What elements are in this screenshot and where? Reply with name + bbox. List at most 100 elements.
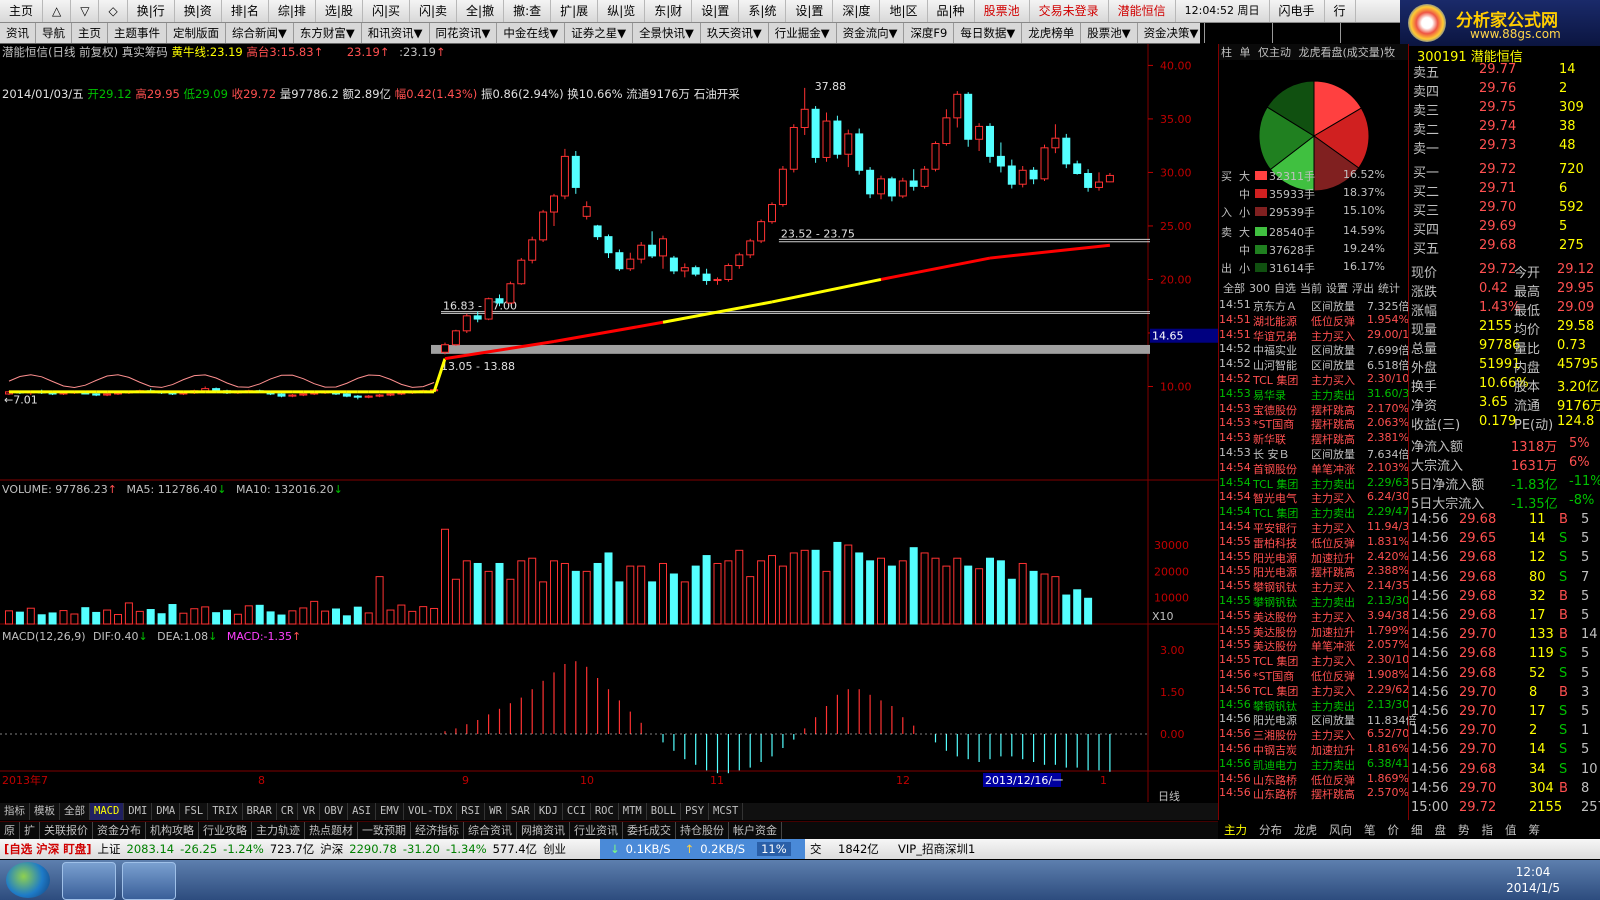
indicator-tab[interactable]: CR [277, 803, 299, 820]
radar-row[interactable]: 14:55 美达股份 加速拉升 1.799% [1219, 624, 1409, 639]
bottom-tab[interactable]: 持仓股份 [676, 822, 729, 839]
sub-menu-item[interactable]: 每日数据▼ [954, 23, 1023, 43]
radar-row[interactable]: 14:54 平安银行 主力买入 11.94/3 [1219, 520, 1409, 535]
right-panel-tab[interactable]: 价 [1382, 822, 1406, 838]
sub-menu-item[interactable]: 经济数据▼ [1273, 23, 1342, 43]
radar-row[interactable]: 14:56 阳光电源 区间放量 11.834倍 [1219, 712, 1417, 727]
sub-menu-item[interactable]: 资金流向▼ [837, 23, 905, 43]
radar-row[interactable]: 14:56 攀钢钒钛 主力卖出 2.13/30 [1219, 698, 1409, 713]
top-menu-item[interactable]: 主页 [0, 0, 44, 22]
sub-menu-item[interactable]: 全球商品▼ [1205, 23, 1274, 43]
bottom-tab[interactable]: 一致预期 [358, 822, 411, 839]
radar-row[interactable]: 14:53 长 安Ｂ 区间放量 7.634倍 [1219, 446, 1410, 461]
radar-row[interactable]: 14:55 美达股份 主力买入 3.94/38 [1219, 609, 1409, 624]
top-menu-item[interactable]: 设|置 [786, 0, 834, 22]
radar-row[interactable]: 14:53 易华录 主力卖出 31.60/3 [1219, 387, 1409, 402]
bottom-tab[interactable]: 主力轨迹 [252, 822, 305, 839]
indicator-tab[interactable]: DMI [124, 803, 153, 820]
indicator-tab[interactable]: SAR [507, 803, 535, 820]
sub-menu-item[interactable]: 中金在线▼ [497, 23, 566, 43]
right-panel-tab[interactable]: 风向 [1323, 822, 1358, 838]
right-panel-tab[interactable]: 势 [1452, 822, 1476, 838]
radar-row[interactable]: 14:54 首钢股份 单笔冲涨 2.103% [1219, 461, 1409, 476]
indicator-tab[interactable]: KDJ [535, 803, 563, 820]
flow-tab-active[interactable]: 仅主动 [1258, 46, 1291, 59]
top-menu-item[interactable]: 潜能恒信 [1109, 0, 1176, 22]
indicator-tab[interactable]: BRAR [243, 803, 277, 820]
radar-filter[interactable]: 全部 [1223, 282, 1245, 295]
radar-filter[interactable]: 当前 [1300, 282, 1322, 295]
indicator-tab[interactable]: 模板 [30, 803, 60, 820]
flow-tab-dragon[interactable]: 龙虎看盘(成交量)牧 [1299, 46, 1396, 59]
sub-menu-item[interactable]: 综合新闻▼ [226, 23, 294, 43]
bottom-tab[interactable]: 原 [0, 822, 20, 839]
indicator-tab[interactable]: MCST [709, 803, 744, 820]
radar-row[interactable]: 14:56 *ST国商 低位反弹 1.908% [1219, 668, 1409, 683]
radar-filter[interactable]: 300 [1249, 282, 1270, 295]
top-menu-item[interactable]: 换|资 [175, 0, 222, 22]
radar-row[interactable]: 14:51 华谊兄弟 主力买入 29.00/1 [1219, 328, 1409, 343]
watchlist-ticker[interactable]: [自选 沪深 盯盘] [4, 841, 92, 857]
top-menu-item[interactable]: 扩|展 [551, 0, 599, 22]
radar-row[interactable]: 14:53 *ST国商 摆杆跳高 2.063% [1219, 416, 1409, 431]
bottom-tab[interactable]: 机构攻略 [146, 822, 199, 839]
indicator-tab[interactable]: CCI [563, 803, 591, 820]
sub-menu-item[interactable]: 龙虎榜单 [1022, 23, 1082, 43]
indicator-tab[interactable]: VR [298, 803, 321, 820]
top-menu-item[interactable]: 品|种 [928, 0, 975, 22]
indicator-tab[interactable]: FSL [180, 803, 209, 820]
radar-row[interactable]: 14:54 TCL 集团 主力卖出 2.29/63 [1219, 476, 1409, 491]
indicator-tab[interactable]: DMA [152, 803, 181, 820]
top-menu-item[interactable]: 东|财 [645, 0, 693, 22]
radar-row[interactable]: 14:55 雷柏科技 低位反弹 1.831% [1219, 535, 1409, 550]
radar-row[interactable]: 14:52 中福实业 区间放量 7.699倍 [1219, 342, 1410, 357]
bottom-tab[interactable]: 行业攻略 [199, 822, 252, 839]
sub-menu-item[interactable]: 主题事件 [108, 23, 167, 43]
sub-menu-item[interactable]: 主页 [72, 23, 108, 43]
indicator-tab[interactable]: 指标 [0, 803, 30, 820]
top-menu-item[interactable]: 选|股 [316, 0, 363, 22]
bottom-tab[interactable]: 资金分布 [93, 822, 146, 839]
radar-filter[interactable]: 设置 [1326, 282, 1348, 295]
right-panel-tab[interactable]: 龙虎 [1288, 822, 1323, 838]
bottom-tab[interactable]: 扩 [20, 822, 40, 839]
radar-row[interactable]: 14:52 山河智能 区间放量 6.518倍 [1219, 357, 1410, 372]
bottom-tab[interactable]: 经济指标 [411, 822, 464, 839]
indicator-tab[interactable]: EMV [376, 803, 405, 820]
radar-row[interactable]: 14:54 TCL 集团 主力卖出 2.29/47 [1219, 505, 1409, 520]
radar-row[interactable]: 14:56 中钢吉炭 加速拉升 1.816% [1219, 742, 1409, 757]
radar-row[interactable]: 14:53 宝德股份 摆杆跳高 2.170% [1219, 402, 1409, 417]
stock-app-icon[interactable] [122, 862, 176, 900]
radar-row[interactable]: 14:56 凯迪电力 主力卖出 6.38/41 [1219, 757, 1409, 772]
sub-menu-item[interactable]: 行业掘金▼ [769, 23, 837, 43]
indicator-tab[interactable]: RSI [457, 803, 486, 820]
radar-row[interactable]: 14:55 阳光电源 摆杆跳高 2.388% [1219, 564, 1409, 579]
top-menu-item[interactable]: 股票池 [975, 0, 1030, 22]
top-menu-item[interactable]: 排|名 [222, 0, 269, 22]
sub-menu-item[interactable]: 证券之星▼ [565, 23, 634, 43]
top-menu-item[interactable]: 纵|览 [598, 0, 646, 22]
right-panel-tab[interactable]: 盘 [1429, 822, 1453, 838]
top-menu-item[interactable]: 闪|卖 [410, 0, 458, 22]
top-menu-item[interactable]: 设|置 [692, 0, 740, 22]
top-menu-item[interactable]: ◇ [99, 0, 128, 22]
bottom-tab[interactable]: 关联报价 [40, 822, 93, 839]
radar-filter[interactable]: 浮出 [1352, 282, 1374, 295]
sub-menu-item[interactable]: 资讯 [0, 23, 36, 43]
sub-menu-item[interactable]: 东方财富▼ [294, 23, 362, 43]
sub-menu-item[interactable]: 导航 [36, 23, 72, 43]
radar-row[interactable]: 14:55 美达股份 单笔冲涨 2.057% [1219, 638, 1409, 653]
radar-row[interactable]: 14:55 阳光电源 加速拉升 2.420% [1219, 550, 1409, 565]
sub-menu-item[interactable]: 玖天资讯▼ [701, 23, 769, 43]
right-panel-tab[interactable]: 指 [1476, 822, 1500, 838]
indicator-tab[interactable]: BOLL [647, 803, 682, 820]
kline-chart-area[interactable]: 23.52 - 23.7516.83 - 17.0013.05 - 13.88 … [0, 44, 1218, 802]
radar-row[interactable]: 14:56 山东路桥 摆杆跳高 2.570% [1219, 786, 1409, 801]
sub-menu-item[interactable]: 同花资讯▼ [430, 23, 498, 43]
bottom-tab[interactable]: 网摘资讯 [517, 822, 570, 839]
top-menu-item[interactable]: 系|统 [739, 0, 787, 22]
flow-tab-single[interactable]: 单 [1240, 46, 1251, 59]
radar-filter[interactable]: 自选 [1274, 282, 1296, 295]
sub-menu-item[interactable]: 定制版面 [167, 23, 226, 43]
radar-row[interactable]: 14:51 京东方Ａ 区间放量 7.325倍 [1219, 298, 1410, 313]
